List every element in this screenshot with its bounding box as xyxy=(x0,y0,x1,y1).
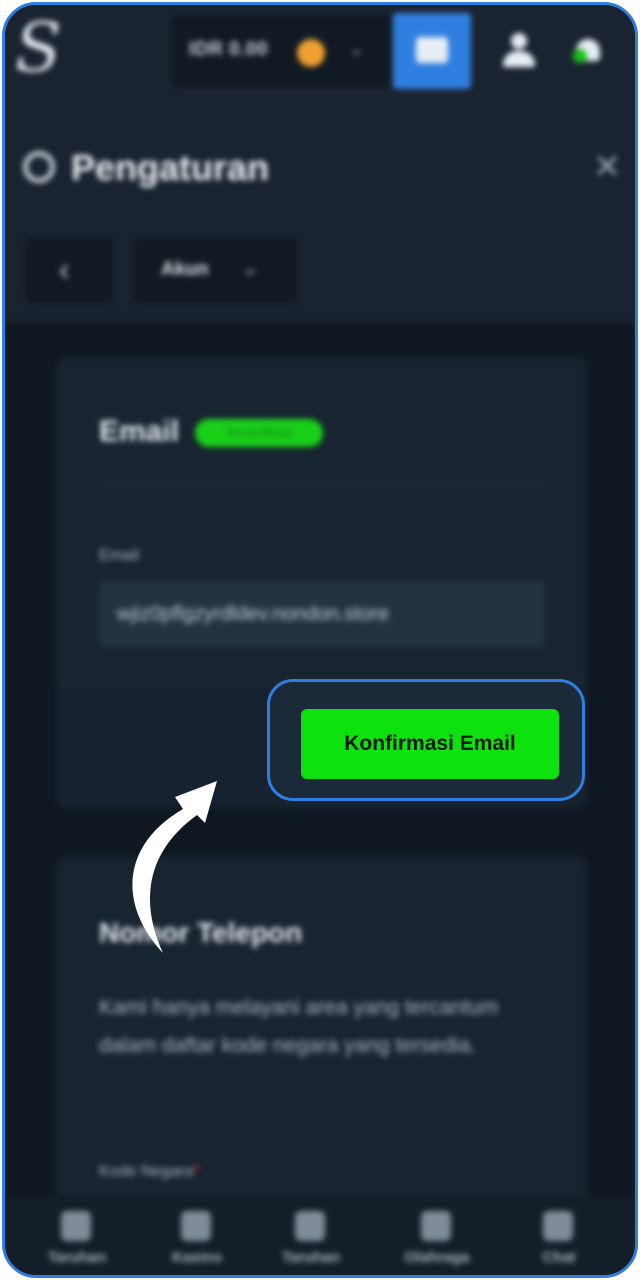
top-bar: S IDR 0.00 ⌄ xyxy=(5,5,635,95)
nav-item-label: Olahraga xyxy=(404,1249,470,1266)
balance-amount: IDR 0.00 xyxy=(189,39,268,60)
nav-item-casino[interactable]: Kasino xyxy=(147,1207,247,1271)
wallet-button[interactable] xyxy=(393,13,471,89)
nav-item-betslip[interactable]: Taruhan xyxy=(27,1207,127,1271)
page-title: Pengaturan xyxy=(71,147,270,188)
pointer-arrow-icon xyxy=(132,781,217,953)
nav-item-sports[interactable]: Olahraga xyxy=(387,1207,487,1271)
country-code-label: Kode Negara* xyxy=(99,1163,200,1180)
nav-item-chat[interactable]: Chat xyxy=(509,1207,609,1271)
email-field-label: Email xyxy=(99,547,140,564)
settings-header: Pengaturan ✕ xyxy=(5,125,635,215)
diamond-icon xyxy=(181,1211,211,1241)
site-logo[interactable]: S xyxy=(15,11,63,87)
nav-item-bets[interactable]: Taruhan xyxy=(261,1207,361,1271)
nav-item-label: Kasino xyxy=(171,1249,222,1266)
section-dropdown-label: Akun xyxy=(161,259,209,280)
gear-icon xyxy=(23,151,55,183)
slip-icon xyxy=(61,1211,91,1241)
chevron-down-icon: ⌄ xyxy=(349,39,365,59)
chevron-down-icon: ⌄ xyxy=(241,255,260,280)
balance-selector[interactable]: IDR 0.00 ⌄ xyxy=(171,15,391,87)
dice-icon xyxy=(295,1211,325,1241)
email-card-title: Email xyxy=(99,415,180,448)
confirm-email-button[interactable]: Konfirmasi Email xyxy=(301,709,559,779)
section-dropdown[interactable]: Akun ⌄ xyxy=(133,237,297,303)
email-field[interactable] xyxy=(99,581,545,647)
phone-frame: S IDR 0.00 ⌄ Pengaturan ✕ ‹ Akun ⌄ Email… xyxy=(2,2,638,1278)
nav-item-label: Chat xyxy=(542,1249,576,1266)
divider xyxy=(99,1127,549,1128)
user-icon[interactable] xyxy=(503,33,535,67)
blurred-background: S IDR 0.00 ⌄ Pengaturan ✕ ‹ Akun ⌄ Email… xyxy=(5,5,635,1275)
status-badge: Terverifikasi xyxy=(195,419,323,447)
phone-card-description: Kami hanya melayani area yang tercantum … xyxy=(99,996,499,1057)
wallet-icon xyxy=(416,37,448,63)
coin-icon xyxy=(297,39,325,67)
nav-item-label: Taruhan xyxy=(281,1249,341,1266)
nav-item-label: Taruhan xyxy=(47,1249,107,1266)
chat-icon xyxy=(543,1211,573,1241)
notification-icon[interactable] xyxy=(573,35,603,65)
bottom-navigation: Taruhan Kasino Taruhan Olahraga Chat xyxy=(5,1195,635,1275)
chevron-left-icon: ‹ xyxy=(59,251,70,287)
ball-icon xyxy=(421,1211,451,1241)
back-button[interactable]: ‹ xyxy=(25,237,113,303)
divider xyxy=(99,483,549,484)
close-icon[interactable]: ✕ xyxy=(593,147,622,187)
